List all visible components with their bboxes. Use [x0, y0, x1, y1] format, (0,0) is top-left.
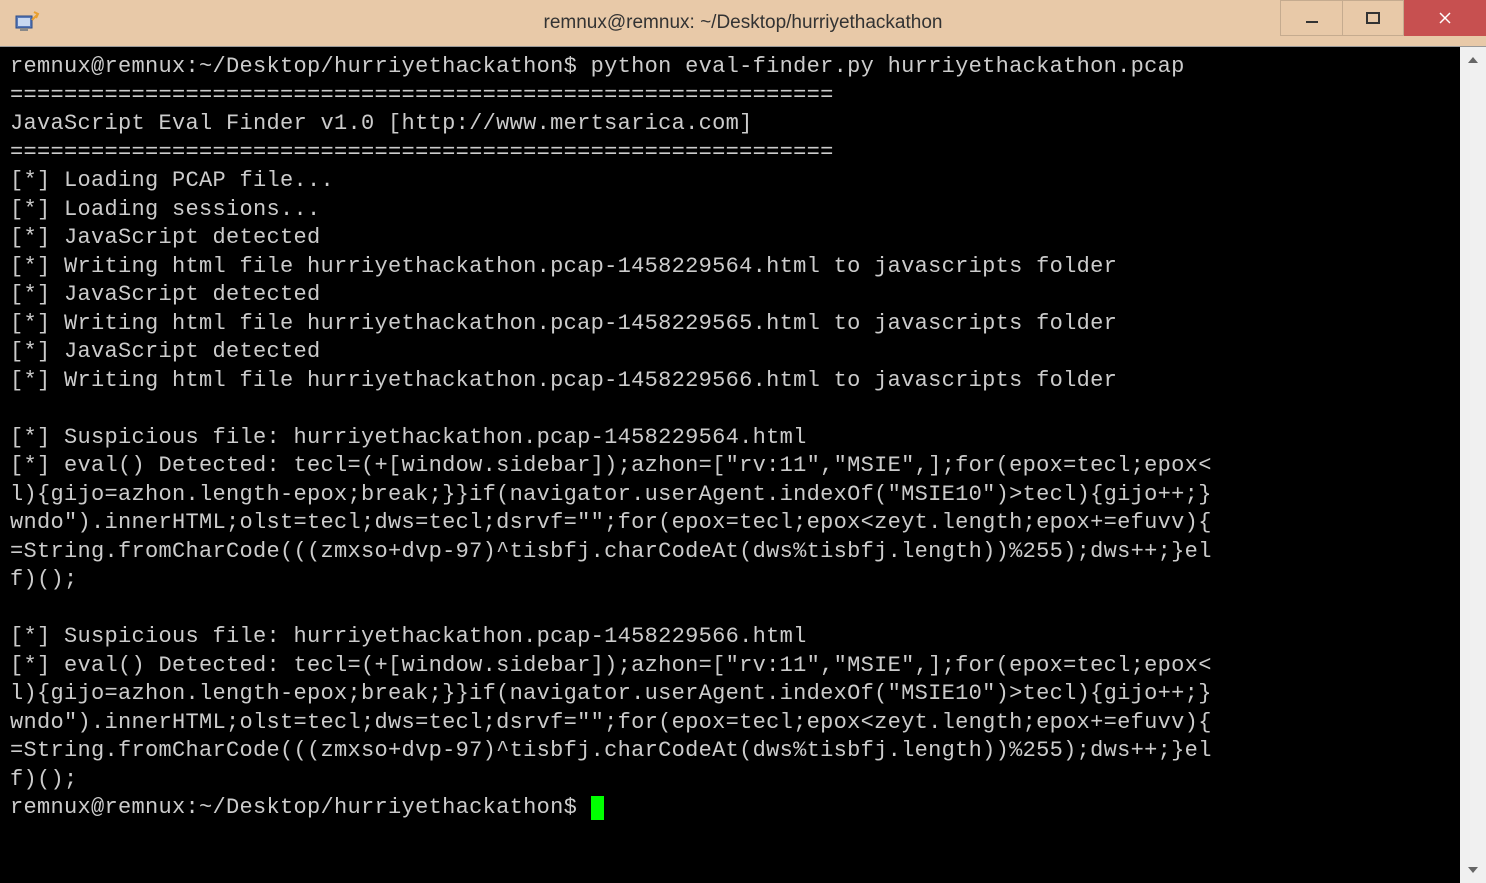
terminal-content[interactable]: remnux@remnux:~/Desktop/hurriyethackatho…	[0, 47, 1460, 883]
terminal-line: remnux@remnux:~/Desktop/hurriyethackatho…	[10, 54, 1185, 79]
terminal-line: [*] Writing html file hurriyethackathon.…	[10, 368, 1117, 393]
terminal-line: [*] JavaScript detected	[10, 225, 321, 250]
scroll-up-arrow-icon[interactable]	[1460, 47, 1486, 73]
scroll-down-arrow-icon[interactable]	[1460, 857, 1486, 883]
minimize-button[interactable]	[1280, 0, 1342, 36]
maximize-button[interactable]	[1342, 0, 1404, 36]
terminal-line: f)();	[10, 767, 78, 792]
terminal-line: l){gijo=azhon.length-epox;break;}}if(nav…	[10, 681, 1212, 706]
terminal-line: [*] Writing html file hurriyethackathon.…	[10, 254, 1117, 279]
terminal-line: [*] eval() Detected: tecl=(+[window.side…	[10, 453, 1212, 478]
terminal-line: wndo").innerHTML;olst=tecl;dws=tecl;dsrv…	[10, 710, 1212, 735]
terminal-line: l){gijo=azhon.length-epox;break;}}if(nav…	[10, 482, 1212, 507]
terminal-line: [*] eval() Detected: tecl=(+[window.side…	[10, 653, 1212, 678]
terminal-line: ========================================…	[10, 83, 834, 108]
terminal-line: [*] Writing html file hurriyethackathon.…	[10, 311, 1117, 336]
titlebar[interactable]: remnux@remnux: ~/Desktop/hurriyethackath…	[0, 0, 1486, 46]
terminal-line: wndo").innerHTML;olst=tecl;dws=tecl;dsrv…	[10, 510, 1212, 535]
terminal-line: [*] Suspicious file: hurriyethackathon.p…	[10, 425, 807, 450]
terminal-line: [*] Loading sessions...	[10, 197, 321, 222]
terminal-line: [*] JavaScript detected	[10, 339, 321, 364]
scroll-track[interactable]	[1460, 73, 1486, 857]
terminal-line: JavaScript Eval Finder v1.0 [http://www.…	[10, 111, 753, 136]
putty-icon	[12, 8, 42, 38]
close-button[interactable]	[1404, 0, 1486, 36]
scrollbar[interactable]	[1460, 47, 1486, 883]
terminal-line: [*] Suspicious file: hurriyethackathon.p…	[10, 624, 807, 649]
terminal-line: [*] Loading PCAP file...	[10, 168, 334, 193]
terminal-line: [*] JavaScript detected	[10, 282, 321, 307]
terminal-window: remnux@remnux: ~/Desktop/hurriyethackath…	[0, 0, 1486, 883]
terminal-line: =String.fromCharCode(((zmxso+dvp-97)^tis…	[10, 738, 1212, 763]
terminal-line: f)();	[10, 567, 78, 592]
terminal-line: ========================================…	[10, 140, 834, 165]
terminal-prompt: remnux@remnux:~/Desktop/hurriyethackatho…	[10, 795, 591, 820]
window-controls	[1280, 0, 1486, 38]
window-title: remnux@remnux: ~/Desktop/hurriyethackath…	[544, 12, 943, 34]
cursor	[591, 796, 604, 820]
terminal-area: remnux@remnux:~/Desktop/hurriyethackatho…	[0, 46, 1486, 883]
terminal-line: =String.fromCharCode(((zmxso+dvp-97)^tis…	[10, 539, 1212, 564]
